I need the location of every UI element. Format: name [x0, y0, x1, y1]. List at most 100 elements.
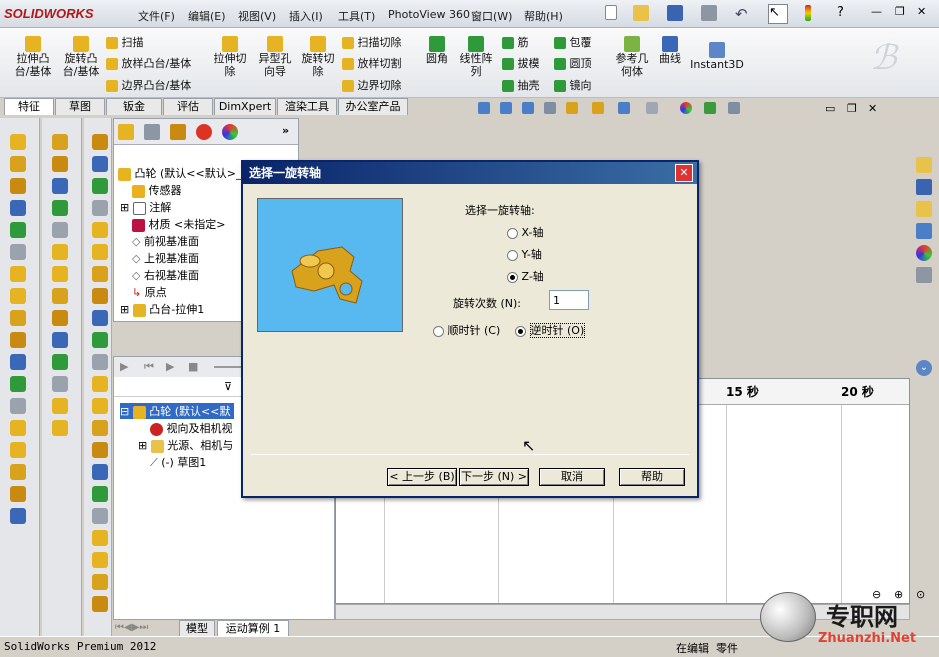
display-manager-icon[interactable]: [222, 124, 238, 140]
motion-tree-item[interactable]: ⟋ (-) 草图1: [150, 454, 206, 470]
save-icon[interactable]: [666, 4, 686, 24]
menu-edit[interactable]: 编辑(E): [188, 8, 226, 24]
tree-item[interactable]: 材质 <未指定>: [132, 216, 225, 232]
previous-view-icon[interactable]: [522, 102, 534, 114]
left-tool-icon[interactable]: [92, 266, 108, 282]
left-tool-icon[interactable]: [52, 398, 68, 414]
left-tool-icon[interactable]: [92, 508, 108, 524]
dome-button[interactable]: 圆顶: [554, 55, 592, 71]
tab-sheetmetal[interactable]: 钣金: [106, 98, 162, 115]
zoom-fit-timeline-icon[interactable]: ⊙: [916, 588, 925, 601]
tree-item[interactable]: ↳ 原点: [132, 284, 167, 300]
print-icon[interactable]: [700, 4, 720, 24]
curves-button[interactable]: 曲线: [656, 36, 684, 65]
help-button[interactable]: 帮助: [619, 468, 685, 486]
view-orientation-icon[interactable]: [566, 102, 578, 114]
left-tool-icon[interactable]: [52, 420, 68, 436]
close-icon[interactable]: ✕: [916, 4, 936, 24]
fillet-button[interactable]: 圆角: [420, 36, 454, 65]
resources-icon[interactable]: [916, 157, 932, 173]
left-tool-icon[interactable]: [52, 288, 68, 304]
menu-photoview[interactable]: PhotoView 360: [388, 8, 470, 21]
doc-minimize-icon[interactable]: ▭: [825, 102, 835, 115]
traffic-light-icon[interactable]: [804, 4, 824, 24]
left-tool-icon[interactable]: [92, 574, 108, 590]
hide-show-icon[interactable]: [618, 102, 630, 114]
left-tool-icon[interactable]: [92, 552, 108, 568]
left-tool-icon[interactable]: [92, 332, 108, 348]
lofted-cut-button[interactable]: 放样切割: [342, 55, 402, 71]
x-axis-radio[interactable]: X-轴: [507, 224, 543, 240]
render-icon[interactable]: [728, 102, 740, 114]
left-tool-icon[interactable]: [92, 354, 108, 370]
tab-office[interactable]: 办公室产品: [338, 98, 408, 115]
left-tool-icon[interactable]: [10, 398, 26, 414]
left-tool-icon[interactable]: [52, 266, 68, 282]
clockwise-radio[interactable]: 顺时针 (C): [433, 322, 500, 338]
extrude-cut-button[interactable]: 拉伸切 除: [208, 36, 252, 78]
menu-tools[interactable]: 工具(T): [338, 8, 375, 24]
extrude-boss-button[interactable]: 拉伸凸 台/基体: [8, 36, 58, 78]
tab-model[interactable]: 模型: [179, 620, 215, 636]
tab-sketch[interactable]: 草图: [55, 98, 105, 115]
left-tool-icon[interactable]: [92, 530, 108, 546]
cancel-button[interactable]: 取消: [539, 468, 605, 486]
tree-item[interactable]: ◇ 上视基准面: [132, 250, 199, 266]
left-tool-icon[interactable]: [92, 398, 108, 414]
loft-boss-button[interactable]: 放样凸台/基体: [106, 55, 191, 71]
feature-manager-icon[interactable]: [118, 124, 134, 140]
left-tool-icon[interactable]: [10, 134, 26, 150]
left-tool-icon[interactable]: [10, 354, 26, 370]
left-tool-icon[interactable]: [10, 420, 26, 436]
left-tool-icon[interactable]: [92, 156, 108, 172]
filter-icon[interactable]: ⊽: [224, 380, 232, 393]
new-icon[interactable]: [604, 4, 624, 24]
menu-insert[interactable]: 插入(I): [289, 8, 323, 24]
rotation-count-input[interactable]: [549, 290, 589, 310]
mirror-button[interactable]: 镜向: [554, 77, 592, 93]
rewind-icon[interactable]: ⏮: [144, 360, 154, 374]
left-tool-icon[interactable]: [52, 134, 68, 150]
y-axis-radio[interactable]: Y-轴: [507, 246, 542, 262]
dialog-close-icon[interactable]: ✕: [675, 164, 693, 182]
left-tool-icon[interactable]: [92, 178, 108, 194]
left-tool-icon[interactable]: [10, 288, 26, 304]
left-tool-icon[interactable]: [10, 222, 26, 238]
zoom-area-icon[interactable]: [500, 102, 512, 114]
tree-item[interactable]: ⊞ 注解: [120, 199, 171, 215]
tab-evaluate[interactable]: 评估: [163, 98, 213, 115]
menu-file[interactable]: 文件(F): [138, 8, 175, 24]
minimize-icon[interactable]: —: [870, 4, 890, 24]
left-tool-icon[interactable]: [92, 420, 108, 436]
shell-button[interactable]: 抽壳: [502, 77, 540, 93]
revolve-cut-button[interactable]: 旋转切 除: [296, 36, 340, 78]
tab-features[interactable]: 特征: [4, 98, 54, 115]
open-icon[interactable]: [632, 4, 652, 24]
revolve-boss-button[interactable]: 旋转凸 台/基体: [58, 36, 104, 78]
swept-cut-button[interactable]: 扫描切除: [342, 34, 402, 50]
left-tool-icon[interactable]: [92, 200, 108, 216]
left-tool-icon[interactable]: [92, 442, 108, 458]
tree-item[interactable]: ◇ 前视基准面: [132, 233, 199, 249]
doc-close-icon[interactable]: ✕: [868, 102, 877, 115]
timeline-scrollbar[interactable]: [335, 604, 910, 620]
menu-view[interactable]: 视图(V): [238, 8, 276, 24]
left-tool-icon[interactable]: [10, 464, 26, 480]
tree-item[interactable]: ⊞ 凸台-拉伸1: [120, 301, 204, 317]
left-tool-icon[interactable]: [52, 354, 68, 370]
rib-button[interactable]: 筋: [502, 34, 529, 50]
tab-dimxpert[interactable]: DimXpert: [214, 98, 276, 115]
left-tool-icon[interactable]: [52, 222, 68, 238]
appearances-icon[interactable]: [916, 245, 932, 261]
left-tool-icon[interactable]: [10, 486, 26, 502]
left-tool-icon[interactable]: [52, 244, 68, 260]
left-tool-icon[interactable]: [52, 200, 68, 216]
help-icon[interactable]: ?: [836, 4, 856, 24]
restore-icon[interactable]: ❐: [894, 4, 914, 24]
left-tool-icon[interactable]: [92, 222, 108, 238]
section-view-icon[interactable]: [544, 102, 556, 114]
stop-icon[interactable]: ■: [188, 360, 198, 373]
left-tool-icon[interactable]: [10, 178, 26, 194]
left-tool-icon[interactable]: [10, 244, 26, 260]
left-tool-icon[interactable]: [52, 376, 68, 392]
